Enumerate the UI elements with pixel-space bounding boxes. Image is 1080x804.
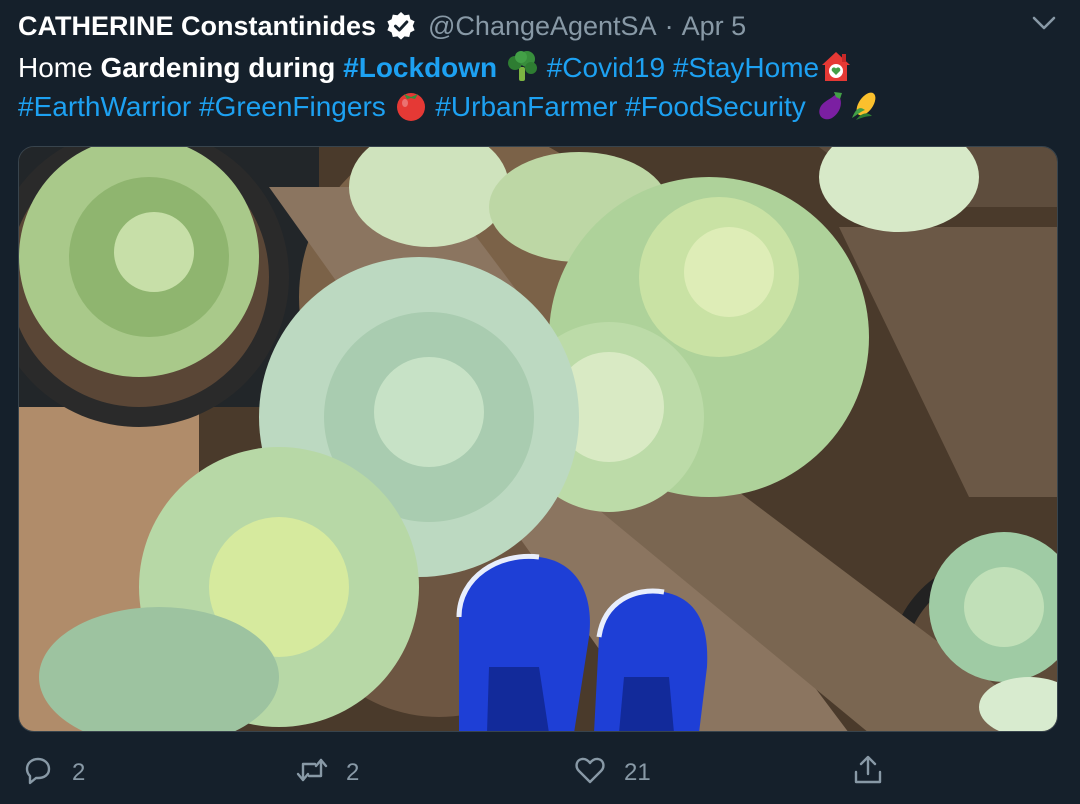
like-button[interactable]: 21 (574, 756, 651, 790)
tweet-text: Home Gardening during #Lockdown #Covid19… (18, 48, 1058, 126)
heart-icon (574, 754, 606, 793)
broccoli-emoji-icon (505, 49, 539, 83)
hashtag-urbanfarmer[interactable]: #UrbanFarmer (435, 91, 617, 122)
house-with-heart-emoji-icon (819, 49, 853, 83)
tweet-date[interactable]: Apr 5 (682, 11, 747, 42)
author-handle[interactable]: @ChangeAgentSA (428, 11, 657, 42)
hashtag-greenfingers[interactable]: #GreenFingers (199, 91, 386, 122)
share-icon (852, 754, 884, 793)
eggplant-emoji-icon (814, 88, 848, 122)
hashtag-stayhome[interactable]: #StayHome (673, 52, 819, 83)
chevron-down-icon[interactable] (1030, 12, 1058, 34)
reply-icon (22, 754, 54, 793)
tweet-actions: 2 2 21 (0, 748, 1080, 798)
corn-emoji-icon (848, 88, 882, 122)
tomato-emoji-icon (394, 88, 428, 122)
tweet-image[interactable] (18, 146, 1058, 732)
retweet-icon (296, 754, 328, 793)
tweet-card[interactable]: CATHERINE Constantinides @ChangeAgentSA … (0, 0, 1080, 804)
tweet-header: CATHERINE Constantinides @ChangeAgentSA … (18, 8, 746, 44)
text-gardening-during: Gardening during (100, 52, 344, 83)
hashtag-covid19[interactable]: #Covid19 (547, 52, 665, 83)
retweet-count: 2 (346, 759, 360, 786)
retweet-button[interactable]: 2 (296, 756, 359, 790)
hashtag-lockdown[interactable]: #Lockdown (343, 52, 497, 83)
share-button[interactable] (852, 754, 884, 793)
author-name[interactable]: CATHERINE Constantinides (18, 11, 376, 42)
hashtag-foodsecurity[interactable]: #FoodSecurity (625, 91, 806, 122)
reply-button[interactable]: 2 (22, 756, 85, 790)
hashtag-earthwarrior[interactable]: #EarthWarrior (18, 91, 191, 122)
like-count: 21 (624, 759, 651, 786)
separator-dot: · (664, 10, 674, 41)
text-home: Home (18, 52, 101, 83)
reply-count: 2 (72, 759, 86, 786)
verified-badge-icon (386, 11, 416, 41)
